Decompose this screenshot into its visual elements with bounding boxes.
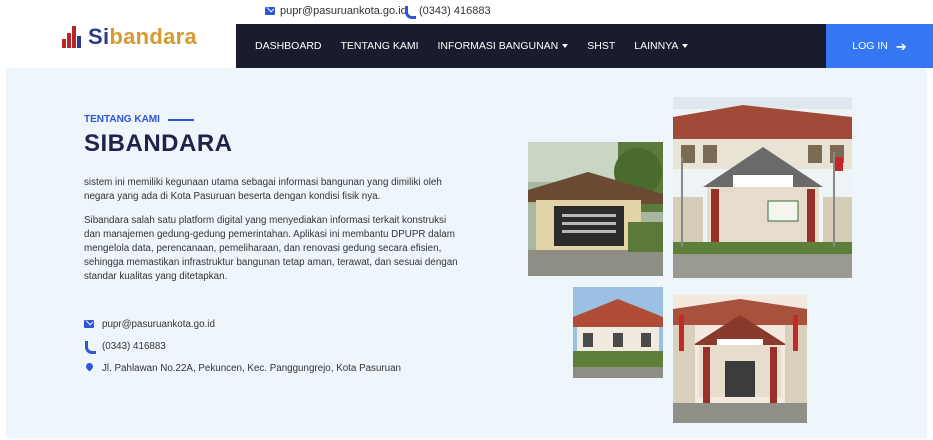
section-eyebrow: TENTANG KAMI bbox=[84, 114, 194, 125]
nav-label: LAINNYA bbox=[634, 40, 679, 52]
page-title: SIBANDARA bbox=[84, 130, 233, 157]
logo-prefix: Si bbox=[88, 24, 110, 49]
top-email[interactable]: pupr@pasuruankota.go.id bbox=[265, 5, 407, 17]
nav-lainnya[interactable]: LAINNYA bbox=[634, 40, 689, 52]
phone-icon bbox=[84, 341, 96, 354]
map-pin-icon bbox=[84, 363, 94, 374]
city-skyline-icon bbox=[62, 26, 84, 48]
top-contact-bar: pupr@pasuruankota.go.id (0343) 416883 bbox=[0, 0, 933, 24]
login-label: LOG IN bbox=[852, 40, 888, 52]
nav-informasi-bangunan[interactable]: INFORMASI BANGUNAN bbox=[438, 40, 569, 52]
site-logo[interactable]: Sibandara bbox=[62, 22, 197, 52]
nav-label: TENTANG KAMI bbox=[340, 40, 419, 52]
contact-phone-text[interactable]: (0343) 416883 bbox=[102, 341, 166, 352]
nav-label: DASHBOARD bbox=[255, 40, 322, 52]
main-navbar: DASHBOARD TENTANG KAMI INFORMASI BANGUNA… bbox=[236, 24, 826, 68]
nav-label: SHST bbox=[587, 40, 616, 52]
envelope-icon bbox=[84, 320, 94, 328]
contact-address: Jl. Pahlawan No.22A, Pekuncen, Kec. Pang… bbox=[84, 357, 401, 379]
nav-tentang-kami[interactable]: TENTANG KAMI bbox=[341, 40, 419, 52]
eyebrow-divider bbox=[167, 118, 194, 121]
building-photo-main bbox=[673, 97, 852, 278]
building-photo-sign bbox=[528, 142, 663, 276]
top-email-text[interactable]: pupr@pasuruankota.go.id bbox=[280, 5, 407, 17]
logo-suffix: bandara bbox=[109, 24, 198, 49]
contact-list: pupr@pasuruankota.go.id (0343) 416883 Jl… bbox=[84, 313, 401, 379]
nav-shst[interactable]: SHST bbox=[587, 40, 615, 52]
eyebrow-text: TENTANG KAMI bbox=[84, 114, 160, 125]
top-phone-text[interactable]: (0343) 416883 bbox=[419, 5, 491, 17]
contact-email[interactable]: pupr@pasuruankota.go.id bbox=[84, 313, 401, 335]
contact-email-text[interactable]: pupr@pasuruankota.go.id bbox=[102, 319, 215, 330]
phone-icon bbox=[404, 6, 416, 19]
caret-down-icon bbox=[682, 44, 689, 48]
about-paragraph-1: sistem ini memiliki kegunaan utama sebag… bbox=[84, 177, 442, 202]
about-paragraph-2: Sibandara salah satu platform digital ya… bbox=[84, 215, 458, 282]
envelope-icon bbox=[265, 7, 275, 15]
logo-wordmark: Sibandara bbox=[88, 24, 197, 50]
nav-label: INFORMASI BANGUNAN bbox=[437, 40, 559, 52]
building-photo-entrance bbox=[673, 295, 807, 423]
contact-address-text: Jl. Pahlawan No.22A, Pekuncen, Kec. Pang… bbox=[102, 362, 402, 374]
arrow-right-icon: ➔ bbox=[895, 38, 907, 54]
top-phone[interactable]: (0343) 416883 bbox=[404, 5, 491, 19]
login-button[interactable]: LOG IN ➔ bbox=[826, 24, 933, 68]
building-photo-side bbox=[573, 287, 663, 378]
caret-down-icon bbox=[562, 44, 569, 48]
contact-phone[interactable]: (0343) 416883 bbox=[84, 335, 401, 357]
nav-dashboard[interactable]: DASHBOARD bbox=[255, 40, 322, 52]
